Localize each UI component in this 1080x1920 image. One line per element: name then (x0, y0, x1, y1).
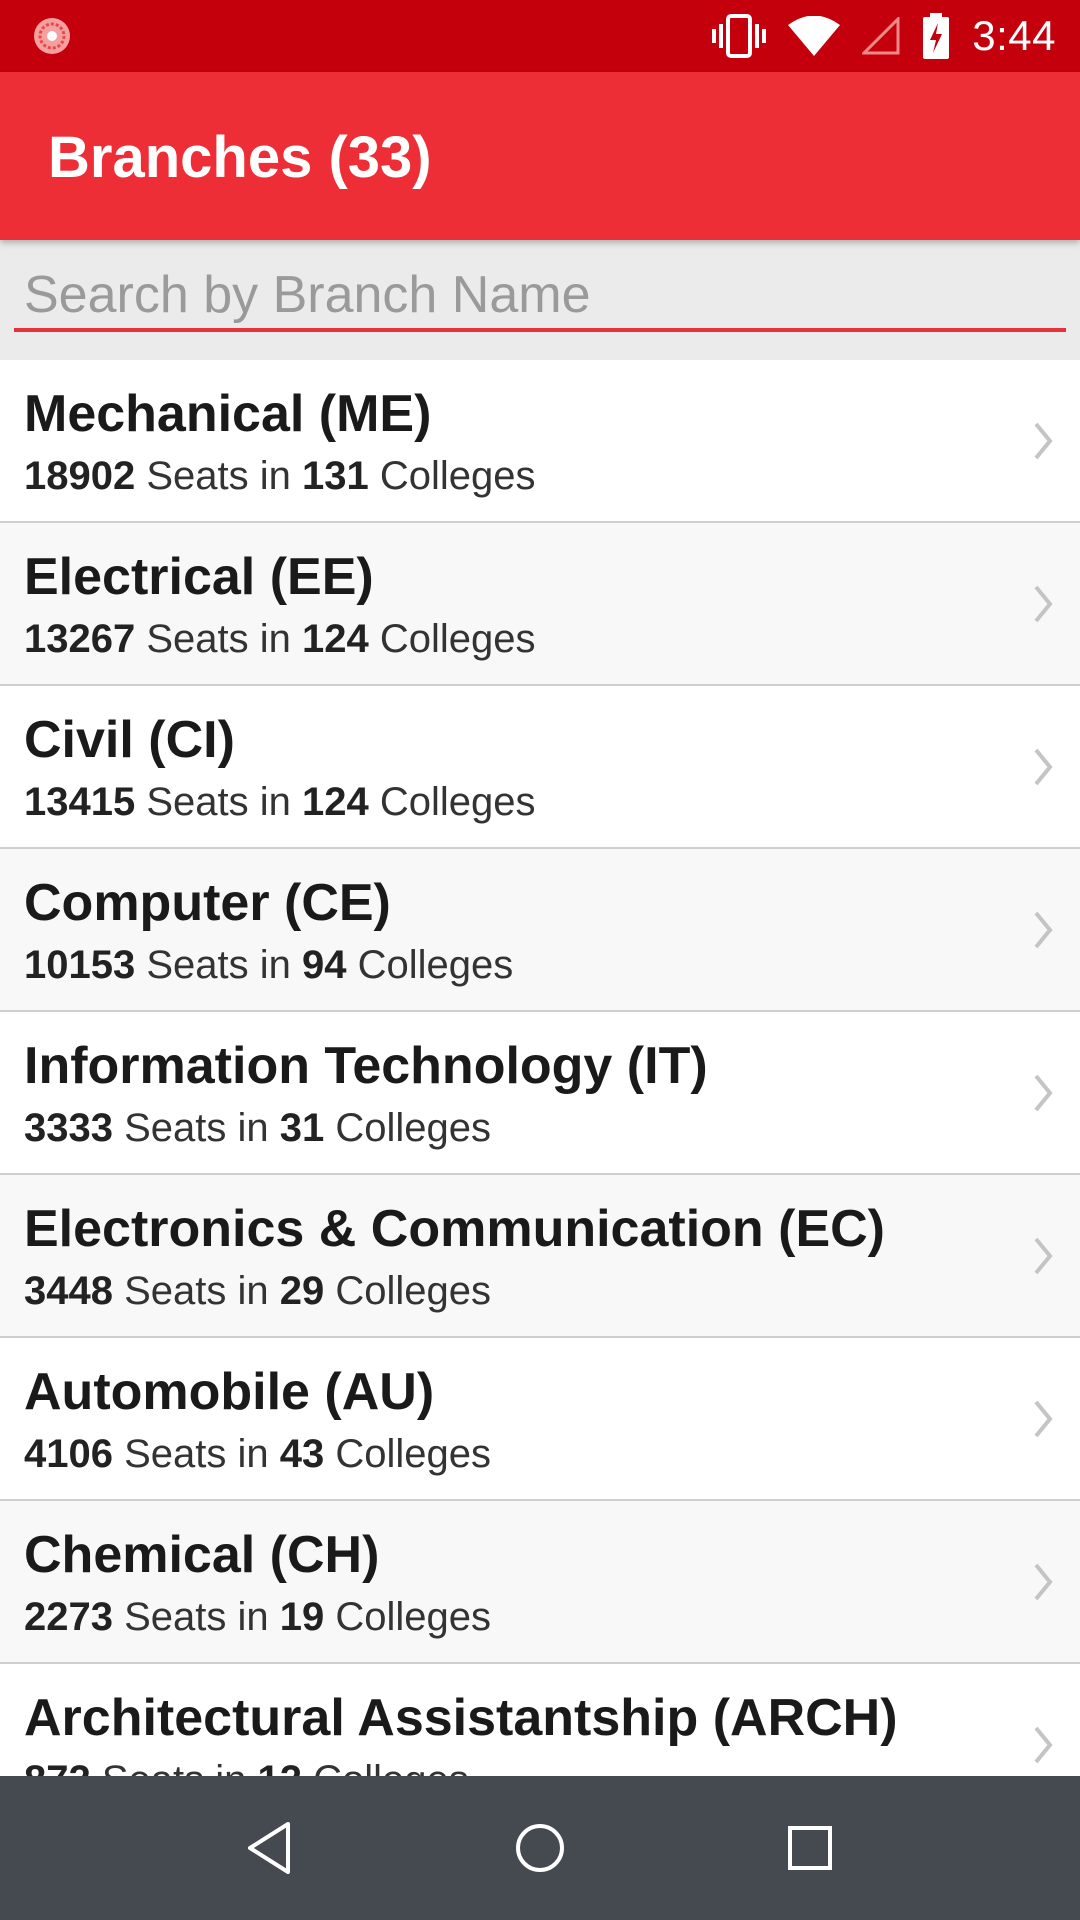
wifi-icon (788, 16, 841, 56)
branch-name: Mechanical (ME) (24, 385, 432, 443)
branch-stats: 3448 Seats in 29 Colleges (24, 1269, 492, 1313)
college-count: 19 (279, 1595, 325, 1639)
branch-name: Computer (CE) (24, 874, 391, 932)
status-icons: 3:44 (712, 0, 1056, 72)
college-count: 124 (302, 780, 369, 824)
college-count: 12 (258, 1758, 303, 1776)
recents-icon[interactable] (780, 1818, 840, 1878)
list-item[interactable]: Computer (CE) 10153 Seats in 94 Colleges (0, 849, 1080, 1012)
seat-count: 13267 (24, 617, 136, 661)
chevron-right-icon (1034, 585, 1053, 623)
branch-stats: 18902 Seats in 131 Colleges (24, 454, 536, 498)
list-item[interactable]: Civil (CI) 13415 Seats in 124 Colleges (0, 686, 1080, 849)
college-count: 29 (279, 1269, 325, 1313)
branch-stats: 4106 Seats in 43 Colleges (24, 1432, 492, 1476)
branch-name: Electrical (EE) (24, 548, 374, 606)
chevron-right-icon (1034, 422, 1053, 460)
status-time: 3:44 (972, 12, 1056, 59)
branch-name: Civil (CI) (24, 711, 235, 769)
seat-count: 13415 (24, 780, 136, 824)
chevron-right-icon (1034, 911, 1053, 949)
vibrate-icon (712, 14, 767, 58)
navigation-bar (0, 1776, 1080, 1920)
branch-stats: 10153 Seats in 94 Colleges (24, 943, 514, 987)
college-count: 94 (302, 943, 347, 987)
back-icon[interactable] (240, 1818, 300, 1878)
branch-stats: 2273 Seats in 19 Colleges (24, 1595, 492, 1639)
list-item[interactable]: Architectural Assistantship (ARCH) 872 S… (0, 1664, 1080, 1776)
list-item[interactable]: Automobile (AU) 4106 Seats in 43 College… (0, 1338, 1080, 1501)
branch-name: Information Technology (IT) (24, 1037, 708, 1095)
app-notification-icon (34, 18, 70, 54)
college-count: 31 (279, 1106, 325, 1150)
branch-stats: 872 Seats in 12 Colleges (24, 1758, 469, 1776)
status-bar: 3:44 (0, 0, 1080, 72)
branch-name: Chemical (CH) (24, 1526, 380, 1584)
seat-count: 872 (24, 1758, 91, 1776)
college-count: 131 (302, 454, 369, 498)
branch-name: Automobile (AU) (24, 1363, 435, 1421)
branch-name: Electronics & Communication (EC) (24, 1200, 885, 1258)
seat-count: 2273 (24, 1595, 113, 1639)
chevron-right-icon (1034, 1400, 1053, 1438)
branch-stats: 13267 Seats in 124 Colleges (24, 617, 536, 661)
search-input[interactable] (14, 262, 1066, 332)
college-count: 43 (279, 1432, 325, 1476)
seat-count: 3448 (24, 1269, 113, 1313)
page-title: Branches (33) (48, 125, 432, 190)
list-item[interactable]: Chemical (CH) 2273 Seats in 19 Colleges (0, 1501, 1080, 1664)
list-item[interactable]: Mechanical (ME) 18902 Seats in 131 Colle… (0, 360, 1080, 523)
chevron-right-icon (1034, 748, 1053, 786)
app-bar: Branches (33) (0, 72, 1080, 240)
branch-stats: 3333 Seats in 31 Colleges (24, 1106, 492, 1150)
signal-icon (862, 17, 900, 55)
search-area (0, 240, 1080, 360)
screen: 3:44 Branches (33) Mechanical (ME) 18902… (0, 0, 1080, 1920)
seat-count: 4106 (24, 1432, 113, 1476)
list-item[interactable]: Information Technology (IT) 3333 Seats i… (0, 1012, 1080, 1175)
battery-charging-icon (923, 13, 950, 59)
branch-stats: 13415 Seats in 124 Colleges (24, 780, 536, 824)
seat-count: 10153 (24, 943, 136, 987)
list-item[interactable]: Electrical (EE) 13267 Seats in 124 Colle… (0, 523, 1080, 686)
chevron-right-icon (1034, 1237, 1053, 1275)
branch-list: Mechanical (ME) 18902 Seats in 131 Colle… (0, 360, 1080, 1776)
list-item[interactable]: Electronics & Communication (EC) 3448 Se… (0, 1175, 1080, 1338)
home-icon[interactable] (510, 1818, 570, 1878)
college-count: 124 (302, 617, 369, 661)
seat-count: 18902 (24, 454, 136, 498)
chevron-right-icon (1034, 1074, 1053, 1112)
chevron-right-icon (1034, 1563, 1053, 1601)
seat-count: 3333 (24, 1106, 113, 1150)
chevron-right-icon (1034, 1726, 1053, 1764)
branch-name: Architectural Assistantship (ARCH) (24, 1689, 898, 1747)
